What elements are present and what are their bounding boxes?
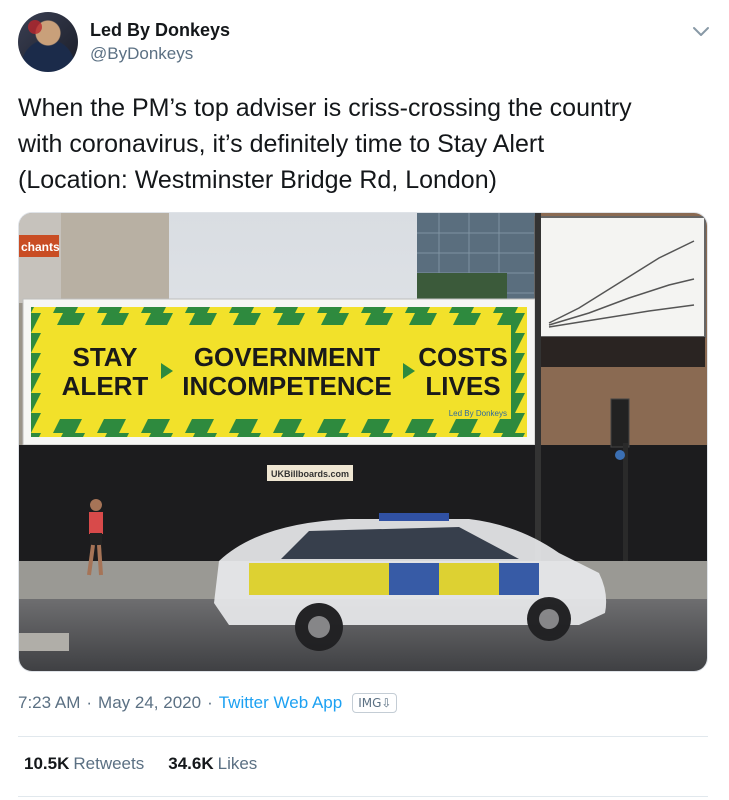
- tweet-text: When the PM’s top adviser is criss-cross…: [18, 90, 708, 198]
- engagement-stats: 10.5K Retweets 34.6K Likes: [24, 754, 281, 774]
- billboard-word: LIVES: [425, 371, 500, 401]
- likes-count: 34.6K: [168, 754, 214, 773]
- billboard-word: ALERT: [62, 371, 149, 401]
- owner-sign: UKBillboards.com: [271, 469, 349, 479]
- tweet-text-line: When the PM’s top adviser is criss-cross…: [18, 94, 632, 122]
- user-handle[interactable]: @ByDonkeys: [90, 44, 193, 64]
- divider: [18, 736, 708, 737]
- retweets-label: Retweets: [73, 754, 145, 773]
- meta-separator: ·: [207, 693, 213, 712]
- tweet-text-line: with coronavirus, it’s definitely time t…: [18, 130, 545, 158]
- billboard-word: STAY: [72, 342, 137, 372]
- billboard-word: INCOMPETENCE: [182, 371, 391, 401]
- billboard-word: GOVERNMENT: [194, 342, 380, 372]
- tweet-photo[interactable]: chants STAY ALERT GOVERNMENT INCOMPETENC…: [18, 212, 708, 672]
- img-download-button[interactable]: IMG⇩: [352, 693, 398, 713]
- source-app-link[interactable]: Twitter Web App: [219, 693, 342, 713]
- retweets-count: 10.5K: [24, 754, 70, 773]
- photo-scene: chants STAY ALERT GOVERNMENT INCOMPETENC…: [19, 213, 707, 671]
- billboard-credit: Led By Donkeys: [449, 409, 507, 418]
- tweet-meta: 7:23 AM · May 24, 2020 · Twitter Web App…: [18, 690, 398, 716]
- meta-separator: ·: [86, 693, 93, 712]
- retweets-stat[interactable]: 10.5K Retweets: [24, 754, 144, 774]
- likes-stat[interactable]: 34.6K Likes: [168, 754, 257, 774]
- likes-label: Likes: [217, 754, 258, 773]
- tweet-text-line: (Location: Westminster Bridge Rd, London…: [18, 166, 497, 194]
- display-name[interactable]: Led By Donkeys: [90, 20, 230, 41]
- tweet-time[interactable]: 7:23 AM: [18, 693, 80, 713]
- shop-sign: chants: [21, 240, 60, 254]
- tweet-date[interactable]: May 24, 2020: [98, 693, 201, 713]
- avatar[interactable]: [18, 12, 78, 72]
- divider: [18, 796, 708, 797]
- chevron-down-icon[interactable]: [690, 20, 712, 42]
- billboard-word: COSTS: [418, 342, 508, 372]
- tweet-header: Led By Donkeys @ByDonkeys: [18, 12, 718, 76]
